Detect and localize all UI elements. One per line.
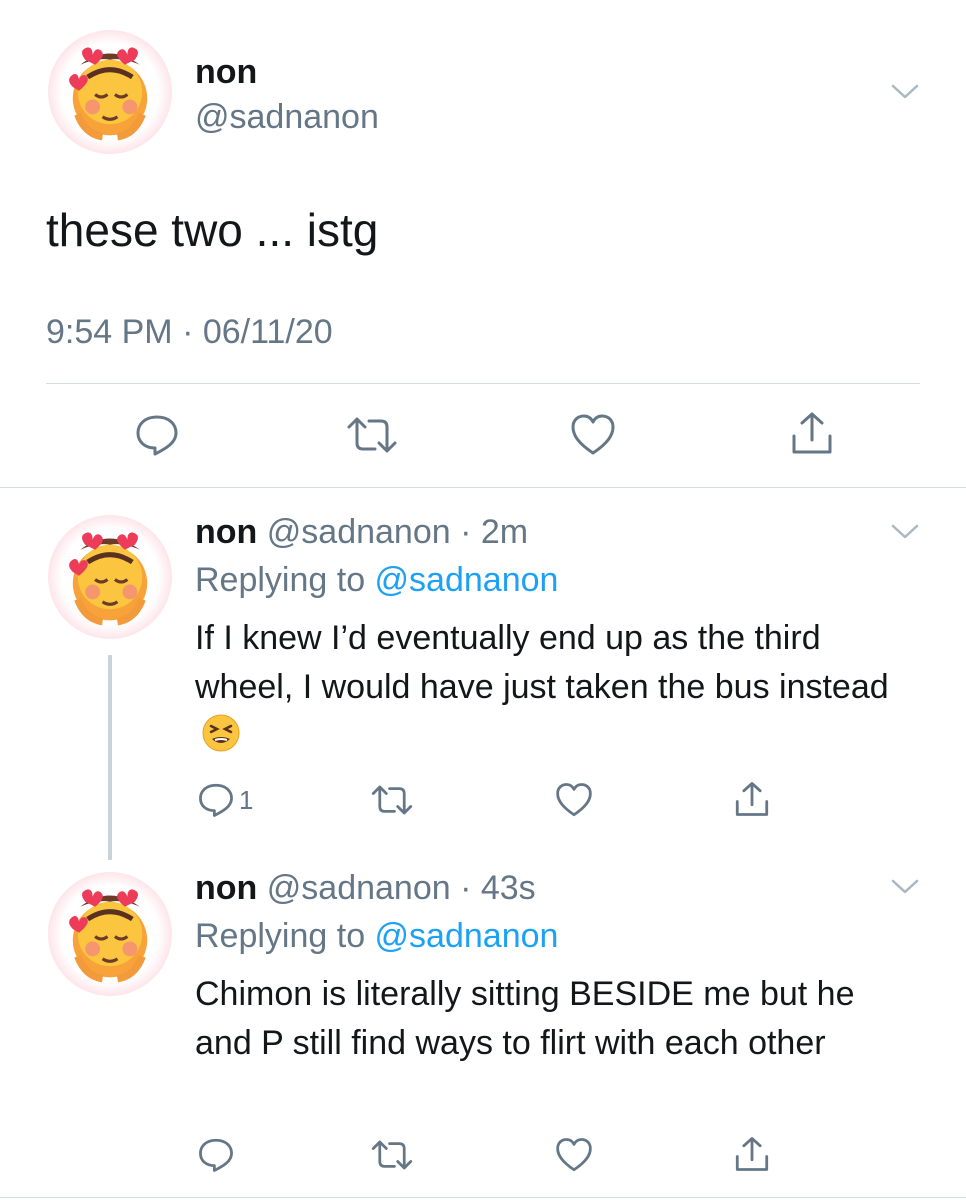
- tweet-text: these two ... istg: [46, 204, 379, 256]
- avatar[interactable]: [48, 30, 172, 154]
- replying-to: Replying to @sadnanon: [195, 914, 558, 958]
- replying-to: Replying to @sadnanon: [195, 558, 558, 602]
- author-handle-time[interactable]: @sadnanon · 2m: [267, 513, 528, 551]
- reply-text: Chimon is literally sitting BESIDE me bu…: [195, 975, 855, 1062]
- retweet-button[interactable]: [345, 413, 399, 457]
- reply-button[interactable]: [134, 413, 180, 457]
- avatar[interactable]: [48, 872, 172, 996]
- author-handle-time[interactable]: @sadnanon · 43s: [267, 869, 536, 907]
- reply-header: non @sadnanon · 2m: [195, 510, 528, 554]
- like-button[interactable]: [555, 1137, 593, 1173]
- reply-header: non @sadnanon · 43s: [195, 866, 536, 910]
- avatar[interactable]: [48, 515, 172, 639]
- retweet-button[interactable]: [370, 782, 414, 818]
- replying-to-link[interactable]: @sadnanon: [375, 561, 559, 599]
- reply-icon: [197, 782, 235, 818]
- reply-button[interactable]: [197, 1137, 239, 1173]
- thread-connector-line: [108, 655, 112, 860]
- reply-icon: [197, 1137, 235, 1173]
- tired-face-emoji: [201, 713, 241, 753]
- heart-icon: [570, 413, 616, 457]
- replying-to-label: Replying to: [195, 561, 375, 599]
- chevron-down-icon[interactable]: [890, 82, 920, 102]
- reply-button[interactable]: 1: [197, 782, 253, 818]
- author-handle[interactable]: @sadnanon: [195, 95, 379, 139]
- share-button[interactable]: [734, 780, 770, 818]
- tweet-timestamp[interactable]: 9:54 PM · 06/11/20: [46, 310, 333, 354]
- divider: [46, 383, 920, 384]
- like-button[interactable]: [555, 782, 593, 818]
- reply-icon: [134, 413, 180, 457]
- retweet-icon: [370, 1137, 414, 1173]
- share-button[interactable]: [734, 1135, 770, 1173]
- replying-to-link[interactable]: @sadnanon: [375, 917, 559, 955]
- retweet-button[interactable]: [370, 1137, 414, 1173]
- like-button[interactable]: [570, 413, 616, 457]
- heart-icon: [555, 782, 593, 818]
- reply-text: If I knew I’d eventually end up as the t…: [195, 614, 915, 761]
- share-icon: [790, 410, 834, 456]
- author-name[interactable]: non: [195, 869, 257, 907]
- reply-count: 1: [239, 784, 254, 815]
- heart-icon: [555, 1137, 593, 1173]
- retweet-icon: [370, 782, 414, 818]
- reply-text-body: If I knew I’d eventually end up as the t…: [195, 619, 889, 706]
- replying-to-label: Replying to: [195, 917, 375, 955]
- chevron-down-icon[interactable]: [890, 522, 920, 542]
- retweet-icon: [345, 413, 399, 457]
- divider: [0, 1197, 966, 1198]
- share-icon: [734, 780, 770, 818]
- author-name[interactable]: non: [195, 513, 257, 551]
- author-name[interactable]: non: [195, 50, 257, 94]
- chevron-down-icon[interactable]: [890, 877, 920, 897]
- share-icon: [734, 1135, 770, 1173]
- share-button[interactable]: [790, 410, 834, 456]
- divider: [0, 487, 966, 488]
